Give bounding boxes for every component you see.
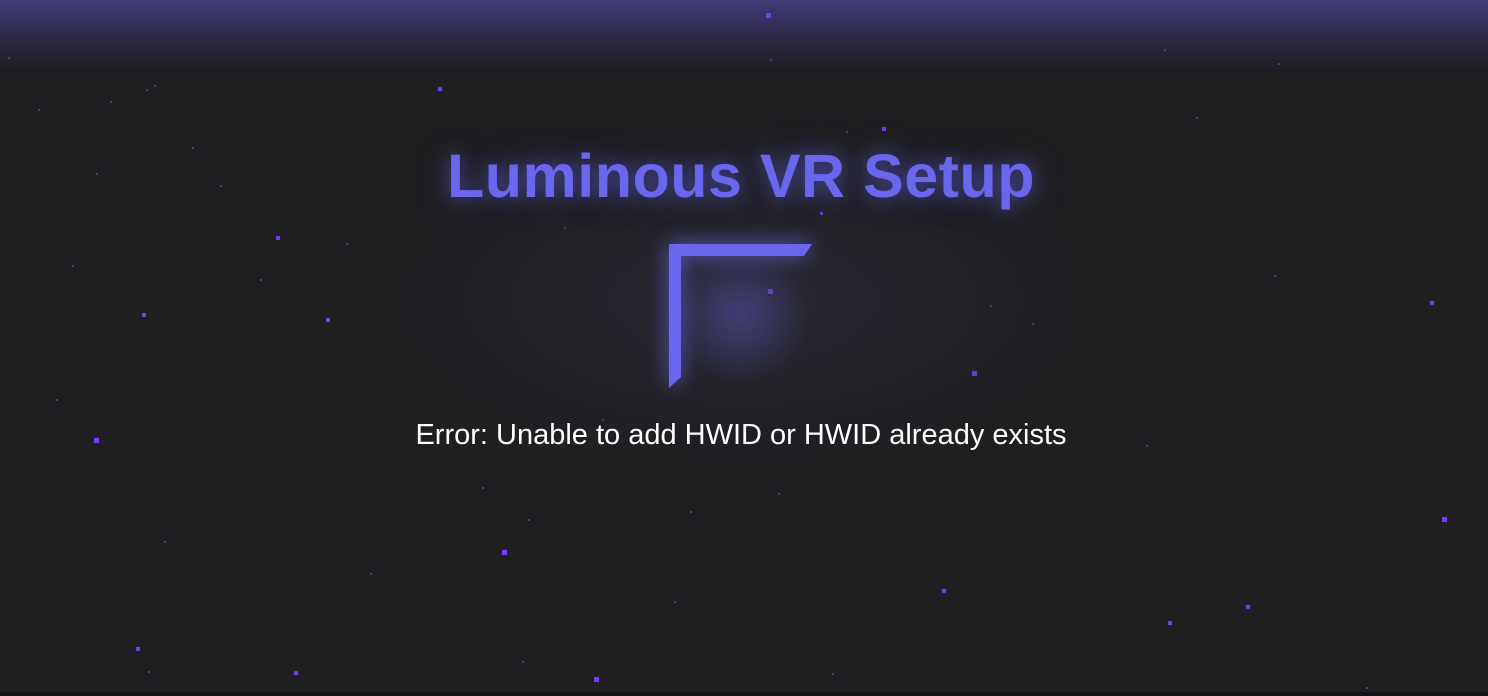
star-faint <box>1278 63 1280 65</box>
star <box>1246 605 1250 609</box>
star <box>1168 621 1172 625</box>
logo-container <box>660 236 820 396</box>
star <box>594 677 599 682</box>
star <box>438 87 442 91</box>
star-faint <box>770 59 772 61</box>
star-faint <box>522 661 524 663</box>
star-faint <box>370 573 372 575</box>
star <box>766 13 771 18</box>
star <box>136 647 140 651</box>
star-faint <box>832 673 834 675</box>
star-faint <box>1274 275 1276 277</box>
star-faint <box>154 85 156 87</box>
star-faint <box>56 399 58 401</box>
star-faint <box>1196 117 1198 119</box>
corner-bracket-logo-icon <box>669 244 812 388</box>
star <box>1430 301 1434 305</box>
star-faint <box>38 109 40 111</box>
star-faint <box>72 265 74 267</box>
star-faint <box>110 101 112 103</box>
star-faint <box>164 541 166 543</box>
star <box>276 236 280 240</box>
bottom-edge <box>0 692 1488 696</box>
star-faint <box>674 601 676 603</box>
star-faint <box>778 493 780 495</box>
star-faint <box>260 279 262 281</box>
star-faint <box>528 519 530 521</box>
star-faint <box>1366 687 1368 689</box>
error-message: Error: Unable to add HWID or HWID alread… <box>415 419 1067 451</box>
star-faint <box>1164 49 1166 51</box>
star-faint <box>690 511 692 513</box>
star-faint <box>146 89 148 91</box>
star <box>502 550 507 555</box>
star-faint <box>148 671 150 673</box>
star <box>294 671 298 675</box>
star <box>1442 517 1447 522</box>
star-faint <box>8 57 10 59</box>
app-title: Luminous VR Setup <box>447 142 1035 210</box>
star <box>142 313 146 317</box>
star <box>942 589 946 593</box>
